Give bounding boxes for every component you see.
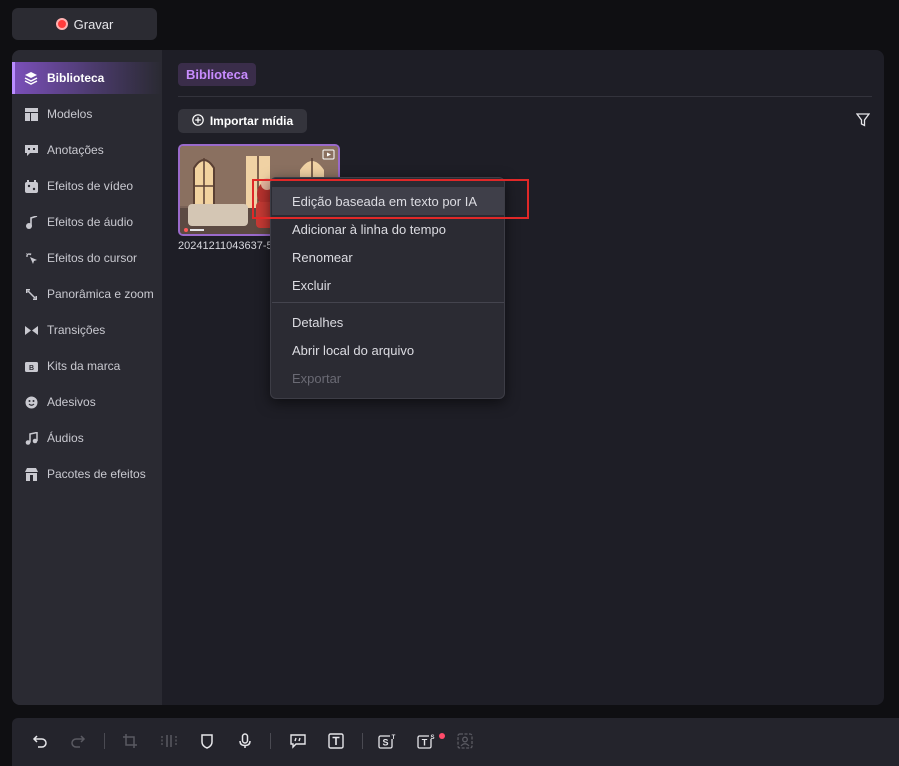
import-media-label: Importar mídia (209, 114, 294, 128)
svg-text:T: T (422, 738, 428, 748)
svg-text:B: B (28, 365, 33, 372)
record-button[interactable]: Gravar (12, 8, 157, 40)
svg-text:T: T (392, 735, 396, 741)
record-label: Gravar (73, 16, 114, 32)
sidebar-item-label: Efeitos do cursor (47, 251, 138, 265)
sidebar-item-efeitos-video[interactable]: Efeitos de vídeo (12, 170, 162, 202)
transition-icon (24, 323, 38, 337)
notification-dot (439, 733, 445, 739)
sidebar-item-biblioteca[interactable]: Biblioteca (12, 62, 162, 94)
menu-separator (272, 302, 504, 303)
subtitle-icon[interactable]: ST (378, 731, 398, 751)
sidebar-item-label: Efeitos de áudio (47, 215, 134, 229)
sidebar-item-label: Kits da marca (47, 359, 121, 373)
undo-icon[interactable] (30, 731, 50, 751)
microphone-icon[interactable] (235, 731, 255, 751)
avatar-icon[interactable] (455, 731, 475, 751)
redo-icon[interactable] (68, 731, 88, 751)
sidebar-item-efeitos-audio[interactable]: Efeitos de áudio (12, 206, 162, 238)
svg-text:S: S (382, 738, 388, 748)
plus-circle-icon (192, 113, 204, 129)
mask-icon[interactable] (197, 731, 217, 751)
audio-effects-icon (24, 215, 38, 229)
sidebar-item-anotacoes[interactable]: Anotações (12, 134, 162, 166)
text-icon[interactable] (326, 731, 346, 751)
sidebar-item-panoramica-zoom[interactable]: Panorâmica e zoom (12, 278, 162, 310)
menu-item-rename[interactable]: Renomear (272, 243, 504, 271)
cursor-icon (24, 251, 38, 265)
bottom-toolbar: ST TS (12, 718, 899, 766)
music-icon (24, 431, 38, 445)
record-dot-icon (55, 18, 68, 30)
sidebar: Biblioteca Modelos Anotações Efeitos de … (12, 50, 162, 705)
media-filename: 20241211043637-5 (178, 240, 273, 252)
video-effects-icon (24, 179, 38, 193)
sidebar-item-label: Modelos (47, 107, 93, 121)
crop-icon[interactable] (120, 731, 140, 751)
sidebar-item-label: Biblioteca (47, 71, 105, 85)
sidebar-item-label: Transições (47, 323, 106, 337)
sidebar-item-label: Efeitos de vídeo (47, 179, 134, 193)
highlight-annotation-box (252, 179, 529, 219)
sidebar-item-label: Áudios (47, 431, 84, 445)
text-to-speech-icon[interactable]: TS (417, 731, 437, 751)
layers-icon (24, 71, 38, 85)
sidebar-item-label: Anotações (47, 143, 104, 157)
sidebar-item-kits-marca[interactable]: B Kits da marca (12, 350, 162, 382)
divider (178, 96, 872, 97)
caption-icon[interactable] (288, 731, 308, 751)
brand-kit-icon: B (24, 359, 38, 373)
filter-icon[interactable] (855, 113, 871, 132)
sidebar-item-audios[interactable]: Áudios (12, 422, 162, 454)
sidebar-item-label: Adesivos (47, 395, 96, 409)
menu-item-export: Exportar (292, 370, 342, 386)
menu-item-add-to-timeline[interactable]: Adicionar à linha do tempo (272, 215, 504, 243)
sidebar-item-transicoes[interactable]: Transições (12, 314, 162, 346)
annotation-icon (24, 143, 38, 157)
svg-text:S: S (430, 735, 434, 741)
menu-item-open-file-location[interactable]: Abrir local do arquivo (272, 336, 504, 364)
sidebar-item-efeitos-cursor[interactable]: Efeitos do cursor (12, 242, 162, 274)
sticker-icon (24, 395, 38, 409)
sidebar-item-label: Panorâmica e zoom (47, 287, 154, 301)
templates-icon (24, 107, 38, 121)
toolbar-separator (104, 733, 105, 749)
menu-item-delete[interactable]: Excluir (272, 271, 504, 299)
sidebar-item-pacotes-efeitos[interactable]: Pacotes de efeitos (12, 458, 162, 490)
toolbar-separator (362, 733, 363, 749)
menu-item-details[interactable]: Detalhes (272, 308, 504, 336)
zoom-icon (24, 287, 38, 301)
tab-biblioteca[interactable]: Biblioteca (178, 63, 257, 86)
effects-pack-icon (24, 467, 38, 481)
sidebar-item-modelos[interactable]: Modelos (12, 98, 162, 130)
split-icon[interactable] (159, 731, 179, 751)
toolbar-separator (270, 733, 271, 749)
import-media-button[interactable]: Importar mídia (178, 109, 307, 133)
sidebar-item-label: Pacotes de efeitos (47, 467, 146, 481)
sidebar-item-adesivos[interactable]: Adesivos (12, 386, 162, 418)
